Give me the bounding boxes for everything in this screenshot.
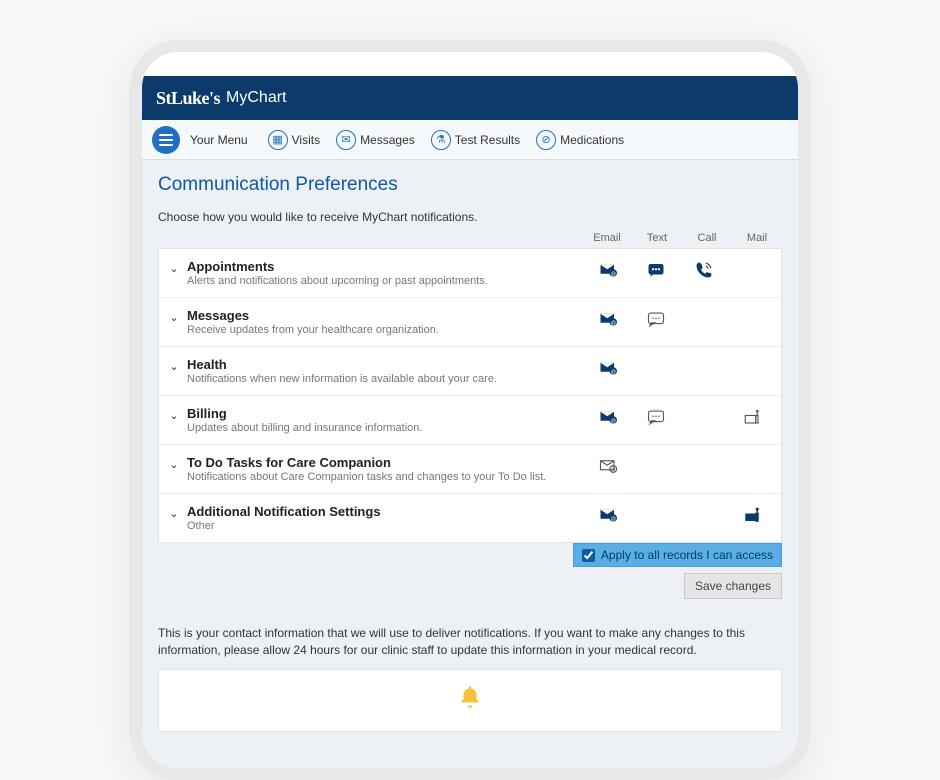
pref-title: To Do Tasks for Care Companion bbox=[187, 455, 593, 470]
menu-button[interactable] bbox=[152, 126, 180, 154]
email-icon[interactable] bbox=[597, 359, 619, 377]
nav-item-medications[interactable]: ⊘ Medications bbox=[530, 128, 630, 152]
pref-desc: Alerts and notifications about upcoming … bbox=[187, 275, 593, 287]
col-call: Call bbox=[692, 232, 722, 244]
nav-label-meds: Medications bbox=[560, 133, 624, 147]
pref-row[interactable]: ⌄ BillingUpdates about billing and insura… bbox=[159, 396, 781, 445]
pref-row[interactable]: ⌄ To Do Tasks for Care CompanionNotificat… bbox=[159, 445, 781, 494]
apply-all-input[interactable] bbox=[582, 549, 595, 562]
phone-frame: StLuke's MyChart Your Menu ▦ Visits ✉ Me… bbox=[130, 40, 810, 780]
contact-card bbox=[158, 669, 782, 732]
page-title: Communication Preferences bbox=[158, 174, 782, 196]
text-icon[interactable] bbox=[645, 261, 667, 279]
pill-icon: ⊘ bbox=[536, 130, 556, 150]
nav-label-tests: Test Results bbox=[455, 133, 520, 147]
text-icon[interactable] bbox=[645, 310, 667, 328]
nav-item-messages[interactable]: ✉ Messages bbox=[330, 128, 421, 152]
chevron-down-icon[interactable]: ⌄ bbox=[165, 259, 183, 275]
pref-row[interactable]: ⌄ HealthNotifications when new informatio… bbox=[159, 347, 781, 396]
pref-row[interactable]: ⌄ MessagesReceive updates from your healt… bbox=[159, 298, 781, 347]
chevron-down-icon[interactable]: ⌄ bbox=[165, 406, 183, 422]
pref-title: Messages bbox=[187, 308, 593, 323]
page-instruction: Choose how you would like to receive MyC… bbox=[158, 210, 782, 224]
apply-all-label: Apply to all records I can access bbox=[601, 548, 773, 562]
col-email: Email bbox=[592, 232, 622, 244]
email-icon[interactable] bbox=[597, 310, 619, 328]
app-screen: StLuke's MyChart Your Menu ▦ Visits ✉ Me… bbox=[142, 76, 798, 768]
email-icon[interactable] bbox=[597, 408, 619, 426]
flask-icon: ⚗ bbox=[431, 130, 451, 150]
nav-label-messages: Messages bbox=[360, 133, 415, 147]
brand-name: StLuke's bbox=[156, 88, 220, 109]
nav-item-test-results[interactable]: ⚗ Test Results bbox=[425, 128, 526, 152]
apply-all-checkbox[interactable]: Apply to all records I can access bbox=[573, 543, 782, 567]
pref-desc: Notifications about Care Companion tasks… bbox=[187, 471, 593, 483]
brand-app: MyChart bbox=[226, 89, 286, 107]
preferences-list: ⌄ AppointmentsAlerts and notifications ab… bbox=[158, 248, 782, 543]
calendar-icon: ▦ bbox=[268, 130, 288, 150]
chevron-down-icon[interactable]: ⌄ bbox=[165, 308, 183, 324]
call-icon[interactable] bbox=[693, 261, 715, 279]
mail-icon[interactable] bbox=[741, 408, 763, 426]
email-icon[interactable] bbox=[597, 261, 619, 279]
pref-title: Billing bbox=[187, 406, 593, 421]
app-header: StLuke's MyChart bbox=[142, 76, 798, 120]
nav-label-visits: Visits bbox=[292, 133, 320, 147]
pref-desc: Other bbox=[187, 520, 593, 532]
chevron-down-icon[interactable]: ⌄ bbox=[165, 455, 183, 471]
chevron-down-icon[interactable]: ⌄ bbox=[165, 357, 183, 373]
nav-item-visits[interactable]: ▦ Visits bbox=[262, 128, 326, 152]
chevron-down-icon[interactable]: ⌄ bbox=[165, 504, 183, 520]
mail-icon: ✉ bbox=[336, 130, 356, 150]
save-button[interactable]: Save changes bbox=[684, 573, 782, 599]
pref-row[interactable]: ⌄ AppointmentsAlerts and notifications ab… bbox=[159, 249, 781, 298]
email-icon[interactable] bbox=[597, 506, 619, 524]
contact-note: This is your contact information that we… bbox=[158, 625, 782, 659]
menu-label[interactable]: Your Menu bbox=[190, 133, 248, 147]
pref-title: Additional Notification Settings bbox=[187, 504, 593, 519]
pref-row[interactable]: ⌄ Additional Notification SettingsOther bbox=[159, 494, 781, 542]
email-icon[interactable] bbox=[597, 457, 619, 475]
pref-title: Appointments bbox=[187, 259, 593, 274]
top-nav: Your Menu ▦ Visits ✉ Messages ⚗ Test Res… bbox=[142, 120, 798, 160]
pref-desc: Receive updates from your healthcare org… bbox=[187, 324, 593, 336]
brand-logo: StLuke's bbox=[156, 88, 220, 109]
column-headers: Email Text Call Mail bbox=[158, 230, 782, 248]
pref-desc: Updates about billing and insurance info… bbox=[187, 422, 593, 434]
text-icon[interactable] bbox=[645, 408, 667, 426]
col-mail: Mail bbox=[742, 232, 772, 244]
col-text: Text bbox=[642, 232, 672, 244]
mail-icon[interactable] bbox=[741, 506, 763, 524]
bell-icon bbox=[457, 684, 483, 717]
pref-title: Health bbox=[187, 357, 593, 372]
page-content: Communication Preferences Choose how you… bbox=[142, 160, 798, 746]
pref-desc: Notifications when new information is av… bbox=[187, 373, 593, 385]
